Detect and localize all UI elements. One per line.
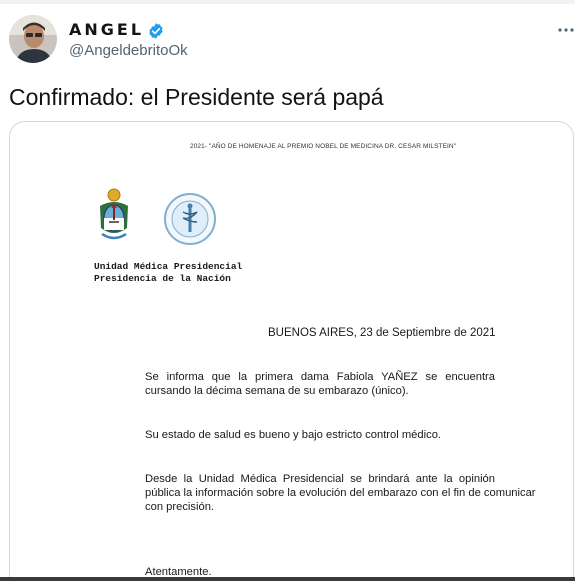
paragraph-line: Desde la Unidad Médica Presidencial se b… [145,472,495,486]
avatar[interactable] [9,15,57,63]
user-handle[interactable]: @AngeldebritoOk [69,42,188,59]
bottom-bar [0,577,575,581]
display-name[interactable]: ANGEL [69,20,144,39]
issuing-unit: Unidad Médica Presidencial Presidencia d… [94,261,242,285]
paragraph-line: Su estado de salud es bueno y bajo estri… [145,429,442,441]
paragraph-text: pública la información sobre la evolució… [145,487,536,499]
document-header: 2021- "AÑO DE HOMENAJE AL PREMIO NOBEL D… [190,143,457,150]
paragraph-line: cursando la décima semana de su embarazo… [145,385,409,397]
paragraph-line: con precisión. [145,501,215,513]
medical-unit-seal-icon [163,192,217,246]
paragraph-line: pública la información sobre la evolució… [145,486,536,500]
paragraph-text: Desde la Unidad Médica Presidencial se b… [145,473,495,485]
national-coat-of-arms-icon [94,186,134,246]
document-date: BUENOS AIRES, 23 de Septiembre de 2021 [268,327,496,339]
verified-badge-icon [147,22,165,40]
attached-image[interactable]: 2021- "AÑO DE HOMENAJE AL PREMIO NOBEL D… [9,121,574,581]
top-divider [0,0,575,4]
unit-name-line: Unidad Médica Presidencial [94,261,243,272]
unit-name-line: Presidencia de la Nación [94,273,231,284]
tweet-header: ANGEL @AngeldebritoOk [9,15,574,69]
tweet-text: Confirmado: el Presidente será papá [9,84,384,110]
paragraph-text: Se informa que la primera dama Fabiola Y… [145,371,495,383]
more-options-icon[interactable] [555,19,575,41]
paragraph-line: Se informa que la primera dama Fabiola Y… [145,370,495,384]
